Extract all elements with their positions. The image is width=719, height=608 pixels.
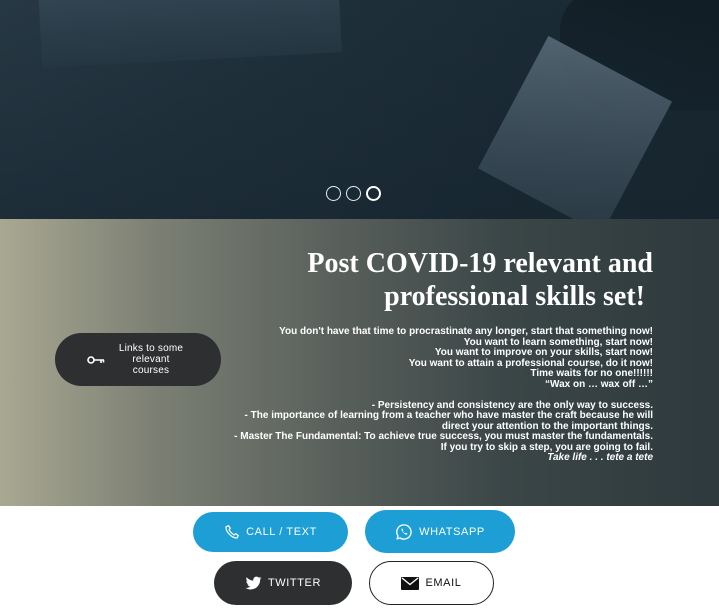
email-button[interactable]: EMAIL [369, 561, 494, 605]
body-line: - Master The Fundamental: To achieve tru… [234, 431, 653, 442]
call-text-button[interactable]: CALL / TEXT [193, 512, 348, 552]
slider-dot-3[interactable] [366, 186, 381, 201]
slider-dots [326, 186, 381, 201]
relevant-courses-label: Links to some relevant courses [118, 343, 184, 376]
body-line: - The importance of learning from a teac… [244, 410, 653, 432]
hero-slider [0, 0, 719, 219]
email-label: EMAIL [425, 577, 462, 589]
info-section: Post COVID-19 relevant and professional … [0, 219, 719, 506]
twitter-button[interactable]: TWITTER [214, 561, 352, 605]
relevant-courses-button[interactable]: Links to some relevant courses [55, 333, 221, 386]
section-title: Post COVID-19 relevant and professional … [233, 247, 653, 313]
whatsapp-button[interactable]: WHATSAPP [365, 510, 515, 553]
body-line: You want to improve on your skills, star… [434, 347, 653, 358]
body-line: You don't have that time to procrastinat… [279, 326, 653, 337]
phone-icon [225, 525, 240, 539]
section-title-line-1: Post COVID-19 relevant and [307, 248, 653, 279]
whatsapp-label: WHATSAPP [419, 525, 485, 538]
slider-dot-2[interactable] [346, 186, 361, 201]
signoff: Take life . . . tete a tete [547, 452, 653, 463]
twitter-label: TWITTER [267, 577, 322, 589]
slider-dot-1[interactable] [326, 186, 341, 201]
body-line: “Wax on … wax off …” [545, 378, 653, 390]
call-text-label: CALL / TEXT [246, 526, 317, 538]
body-line: Time waits for no one!!!!!! [530, 368, 653, 379]
whatsapp-icon [396, 523, 412, 540]
section-title-line-2: professional skills set! [384, 281, 645, 312]
twitter-icon [245, 576, 262, 589]
envelope-icon [401, 576, 420, 590]
key-icon [87, 355, 105, 364]
section-body: You don't have that time to procrastinat… [233, 326, 653, 464]
